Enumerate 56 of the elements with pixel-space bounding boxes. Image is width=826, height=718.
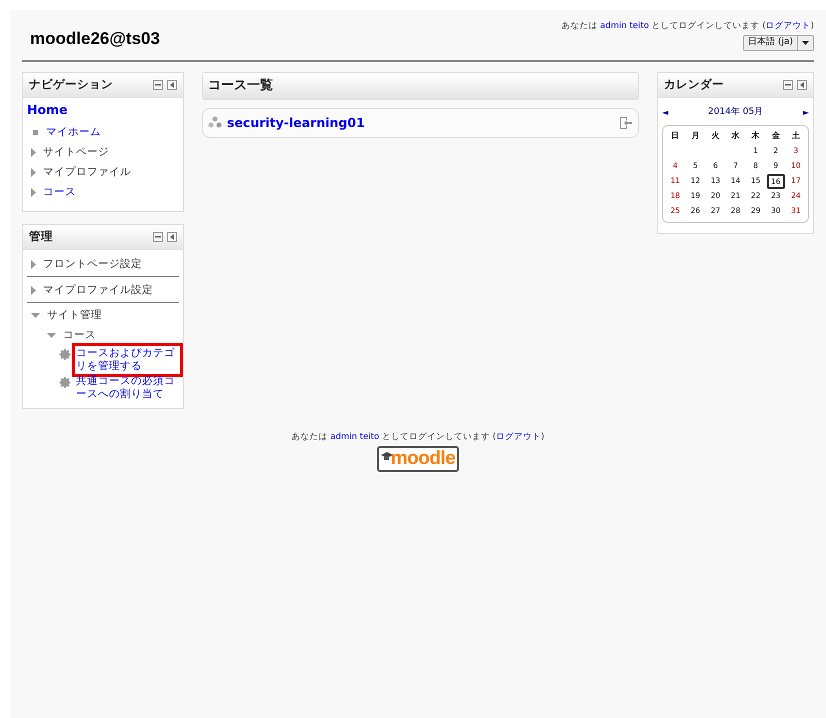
expanded-arrow-icon[interactable] xyxy=(47,333,56,338)
course-link[interactable]: security-learning01 xyxy=(227,114,365,132)
month-title[interactable]: 2014年 05月 xyxy=(708,106,764,120)
login-text: あなたは xyxy=(292,432,329,442)
section-heading: コース一覧 xyxy=(208,77,273,96)
weekday-label: 火 xyxy=(710,130,720,142)
logout-link[interactable]: ログアウト xyxy=(766,21,811,31)
weekday-label: 土 xyxy=(790,130,801,142)
bullet-icon xyxy=(33,130,38,136)
dock-icon[interactable] xyxy=(167,80,177,90)
logout-link[interactable]: ログアウト xyxy=(496,432,541,442)
caret-icon xyxy=(802,40,809,45)
collapsed-arrow-icon[interactable] xyxy=(31,148,36,158)
block-title: カレンダー xyxy=(664,76,724,94)
site-title: moodle26@ts03 xyxy=(30,28,160,50)
collapsed-arrow-icon[interactable] xyxy=(31,260,36,270)
user-link[interactable]: admin teito xyxy=(600,21,649,31)
admin-item[interactable]: コース xyxy=(63,328,96,344)
weekday-label: 金 xyxy=(770,130,781,142)
course-icon xyxy=(208,116,222,130)
collapsed-arrow-icon[interactable] xyxy=(31,286,36,296)
login-text: ) xyxy=(540,432,544,442)
user-link[interactable]: admin teito xyxy=(330,432,380,442)
previous-month-link[interactable]: ◄ xyxy=(662,106,668,119)
login-text: としてログインしています ( xyxy=(650,21,766,31)
dock-icon[interactable] xyxy=(167,232,177,242)
collapsed-arrow-icon[interactable] xyxy=(31,188,36,198)
nav-item[interactable]: マイプロファイル xyxy=(43,164,131,181)
weekday-label: 木 xyxy=(750,130,761,142)
language-select[interactable]: 日本語 (ja) xyxy=(743,34,814,51)
weekday-label: 日 xyxy=(670,130,680,142)
block-title: ナビゲーション xyxy=(29,76,113,94)
nav-item[interactable]: コース xyxy=(43,184,76,201)
block-title: 管理 xyxy=(29,228,53,246)
weekday-label: 水 xyxy=(730,130,741,142)
weekday-label: 月 xyxy=(690,130,700,142)
expanded-arrow-icon[interactable] xyxy=(31,313,40,318)
admin-item[interactable]: マイプロファイル設定 xyxy=(43,282,153,299)
next-month-link[interactable]: ► xyxy=(802,106,809,119)
minimize-icon[interactable] xyxy=(153,80,163,90)
enrol-icon[interactable] xyxy=(619,116,634,130)
minimize-icon[interactable] xyxy=(153,232,163,242)
admin-link[interactable]: 共通コースの必須コースへの割り当て xyxy=(76,374,179,401)
collapsed-arrow-icon[interactable] xyxy=(31,168,36,178)
dock-icon[interactable] xyxy=(797,80,807,90)
minimize-icon[interactable] xyxy=(783,80,793,90)
admin-item[interactable]: サイト管理 xyxy=(47,308,102,324)
login-text: としてログインしています ( xyxy=(380,432,496,442)
gear-icon xyxy=(59,348,72,361)
nav-item[interactable]: マイホーム xyxy=(46,124,101,141)
login-text: あなたは xyxy=(561,21,598,31)
home-link[interactable]: Home xyxy=(27,101,179,120)
admin-item[interactable]: フロントページ設定 xyxy=(43,256,142,273)
nav-item[interactable]: サイトページ xyxy=(43,144,109,161)
gear-icon xyxy=(59,376,72,389)
login-text: ) xyxy=(810,21,814,31)
